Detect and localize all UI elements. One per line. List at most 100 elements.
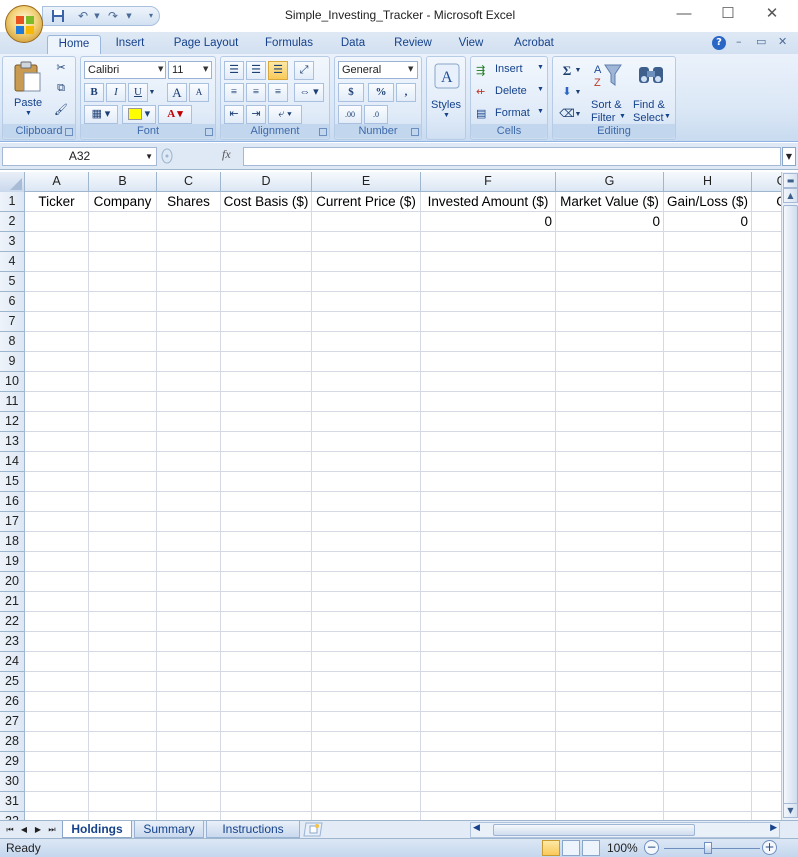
cell[interactable]: [664, 632, 752, 652]
row-header[interactable]: 6: [0, 292, 25, 312]
cell[interactable]: [221, 752, 312, 772]
cell[interactable]: 0: [421, 212, 556, 232]
expand-formula-bar-icon[interactable]: ▼: [782, 147, 796, 166]
worksheet-grid[interactable]: ABCDEFGHG 1TickerCompanySharesCost Basis…: [0, 172, 781, 820]
cell[interactable]: [664, 312, 752, 332]
cell[interactable]: [664, 612, 752, 632]
row-header[interactable]: 7: [0, 312, 25, 332]
cell[interactable]: [221, 592, 312, 612]
cell[interactable]: [664, 812, 752, 820]
paste-icon[interactable]: [12, 61, 42, 96]
cell[interactable]: [556, 512, 664, 532]
cell[interactable]: [664, 532, 752, 552]
cell[interactable]: [421, 792, 556, 812]
cell[interactable]: [89, 292, 157, 312]
cell[interactable]: [89, 612, 157, 632]
italic-button[interactable]: I: [106, 83, 126, 102]
cell[interactable]: [89, 632, 157, 652]
close-button[interactable]: ✕: [758, 4, 786, 24]
cell[interactable]: [157, 412, 221, 432]
cell[interactable]: [221, 792, 312, 812]
paste-button[interactable]: Paste: [14, 97, 42, 109]
cell[interactable]: [25, 492, 89, 512]
cell[interactable]: [421, 412, 556, 432]
wrap-text-icon[interactable]: ⤶ ▾: [268, 105, 302, 124]
cell[interactable]: [157, 692, 221, 712]
sheet-tab-summary[interactable]: Summary: [134, 821, 204, 838]
font-name-combo[interactable]: Calibri: [84, 61, 166, 79]
cell[interactable]: [221, 512, 312, 532]
cell[interactable]: [752, 352, 781, 372]
row-header[interactable]: 15: [0, 472, 25, 492]
cell[interactable]: [664, 472, 752, 492]
cell[interactable]: [89, 492, 157, 512]
last-sheet-icon[interactable]: ⏭: [46, 823, 58, 836]
save-icon[interactable]: [50, 9, 66, 23]
cell[interactable]: [221, 332, 312, 352]
cell[interactable]: [157, 812, 221, 820]
cell[interactable]: [25, 692, 89, 712]
cell[interactable]: [664, 292, 752, 312]
cell[interactable]: [157, 372, 221, 392]
cell[interactable]: [421, 532, 556, 552]
cell[interactable]: [25, 292, 89, 312]
autosum-dropdown-icon[interactable]: ▼: [573, 61, 583, 80]
align-left-icon[interactable]: ≡: [224, 83, 244, 102]
tab-data[interactable]: Data: [334, 35, 372, 54]
shrink-font-button[interactable]: A: [189, 83, 209, 102]
zoom-in-icon[interactable]: +: [762, 840, 777, 855]
cell[interactable]: [89, 792, 157, 812]
cell[interactable]: [664, 652, 752, 672]
cell[interactable]: Market Value ($): [556, 192, 664, 212]
grow-font-button[interactable]: A: [167, 83, 187, 102]
split-box-icon[interactable]: ▬: [783, 173, 798, 188]
cell[interactable]: [312, 652, 421, 672]
column-header[interactable]: F: [421, 172, 556, 192]
cell[interactable]: [157, 232, 221, 252]
cell[interactable]: [25, 612, 89, 632]
cell[interactable]: [312, 792, 421, 812]
copy-icon[interactable]: ⧉: [51, 79, 71, 98]
align-bottom-icon[interactable]: ☰: [268, 61, 288, 80]
cell[interactable]: [752, 212, 781, 232]
cell[interactable]: [556, 652, 664, 672]
underline-button[interactable]: U: [128, 83, 148, 102]
horizontal-scroll-thumb[interactable]: [493, 824, 695, 836]
redo-dropdown-icon[interactable]: ▼: [121, 9, 137, 23]
cell[interactable]: [157, 552, 221, 572]
cell[interactable]: [312, 812, 421, 820]
cell[interactable]: [664, 352, 752, 372]
cell[interactable]: [664, 412, 752, 432]
ribbon-restore-icon[interactable]: ▭: [756, 35, 766, 48]
clear-dropdown-icon[interactable]: ▼: [573, 105, 583, 124]
cell[interactable]: [157, 592, 221, 612]
cell[interactable]: [556, 792, 664, 812]
cell[interactable]: [312, 512, 421, 532]
cell[interactable]: [664, 372, 752, 392]
row-header[interactable]: 29: [0, 752, 25, 772]
cell[interactable]: [312, 492, 421, 512]
row-header[interactable]: 21: [0, 592, 25, 612]
cell[interactable]: [556, 772, 664, 792]
row-header[interactable]: 14: [0, 452, 25, 472]
cell[interactable]: [312, 532, 421, 552]
cell[interactable]: [752, 752, 781, 772]
cell[interactable]: [25, 392, 89, 412]
cell[interactable]: [556, 712, 664, 732]
cell[interactable]: [89, 552, 157, 572]
cell[interactable]: [221, 732, 312, 752]
cell[interactable]: [421, 692, 556, 712]
cell[interactable]: [752, 452, 781, 472]
cell[interactable]: [752, 692, 781, 712]
sort-filter-button-line2[interactable]: Filter: [591, 112, 615, 124]
cell[interactable]: [157, 572, 221, 592]
sort-filter-icon[interactable]: AZ: [593, 61, 623, 92]
cell[interactable]: [664, 252, 752, 272]
cell[interactable]: [664, 452, 752, 472]
cell[interactable]: [25, 632, 89, 652]
cell[interactable]: [25, 312, 89, 332]
row-header[interactable]: 5: [0, 272, 25, 292]
cell[interactable]: [221, 412, 312, 432]
cell[interactable]: [312, 592, 421, 612]
row-header[interactable]: 9: [0, 352, 25, 372]
